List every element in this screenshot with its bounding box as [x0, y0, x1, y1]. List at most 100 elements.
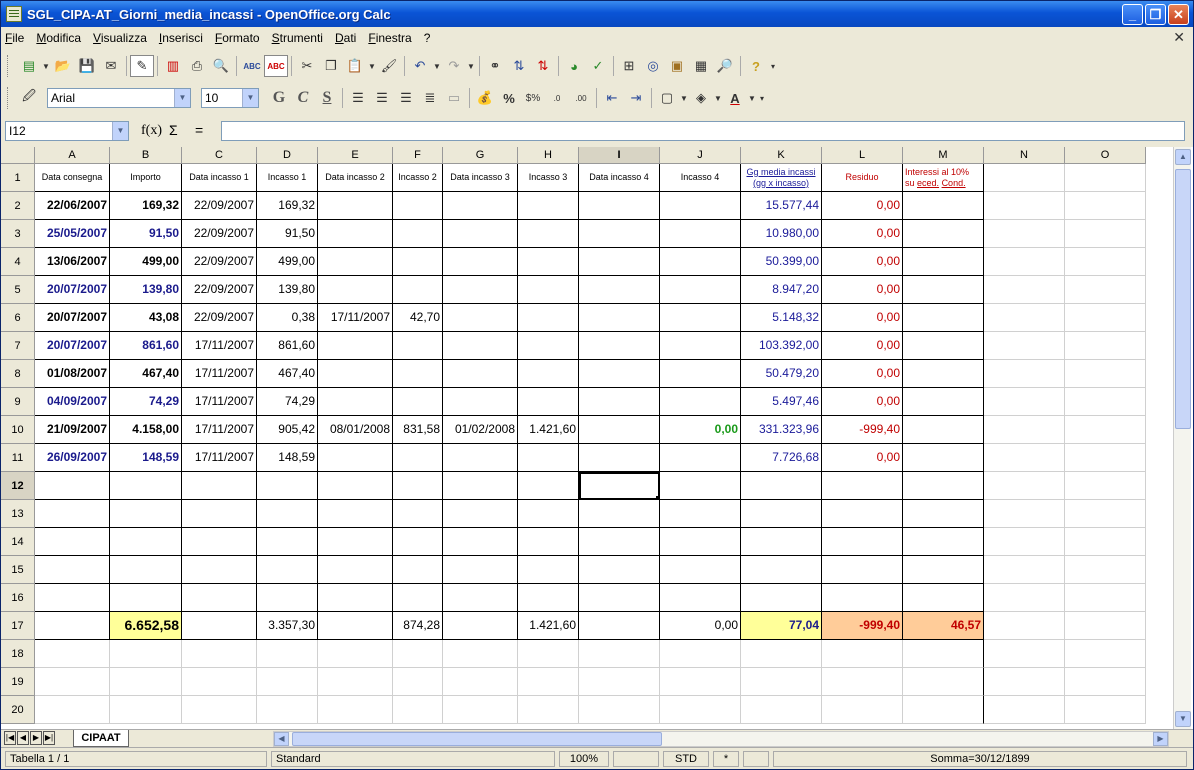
add-decimal-icon[interactable]: .0	[545, 87, 569, 109]
toolbar-overflow-icon[interactable]: ▾	[757, 94, 767, 103]
cell-residuo[interactable]: 0,00	[822, 332, 903, 360]
cell-data-incasso-4[interactable]	[579, 528, 660, 556]
cell-gg-media[interactable]: 331.323,96	[741, 416, 822, 444]
row-header[interactable]: 2	[1, 192, 35, 220]
cell-gg-media[interactable]: 10.980,00	[741, 220, 822, 248]
cell-data-incasso-1[interactable]: 17/11/2007	[182, 444, 257, 472]
open-folder-icon[interactable]: 📂	[51, 55, 75, 77]
cell-col-n[interactable]	[984, 276, 1065, 304]
sort-descending-icon[interactable]: ⇅	[531, 55, 555, 77]
cell-data-incasso-3[interactable]	[443, 248, 518, 276]
cell-incasso-1[interactable]: 91,50	[257, 220, 318, 248]
cell-incasso-3[interactable]	[518, 332, 579, 360]
cell-incasso-2[interactable]	[393, 584, 443, 612]
vertical-scroll-thumb[interactable]	[1175, 169, 1191, 429]
cell-incasso-4[interactable]	[660, 556, 741, 584]
cell-data-consegna[interactable]: 13/06/2007	[35, 248, 110, 276]
cell-residuo[interactable]: 0,00	[822, 444, 903, 472]
menu-inserisci[interactable]: Inserisci	[159, 31, 203, 45]
cell-data-incasso-2[interactable]	[318, 696, 393, 724]
cell-data-incasso-4[interactable]	[579, 556, 660, 584]
cell-data-incasso-1[interactable]: 22/09/2007	[182, 192, 257, 220]
cell-col-n[interactable]	[984, 444, 1065, 472]
cell-gg-media[interactable]: 50.399,00	[741, 248, 822, 276]
cell-residuo[interactable]: -999,40	[822, 416, 903, 444]
cell-col-n[interactable]	[984, 304, 1065, 332]
column-header-c[interactable]: C	[182, 147, 257, 164]
cell-col-o[interactable]	[1065, 276, 1146, 304]
show-draw-functions-icon[interactable]: ✓	[586, 55, 610, 77]
row-header[interactable]: 3	[1, 220, 35, 248]
cell-gg-media[interactable]	[741, 556, 822, 584]
cell-data-incasso-1[interactable]: 22/09/2007	[182, 220, 257, 248]
background-dropdown-icon[interactable]: ▼	[713, 94, 723, 103]
cell-col-n[interactable]	[984, 556, 1065, 584]
next-sheet-icon[interactable]: ▶	[30, 731, 42, 745]
cell-incasso-4[interactable]: 0,00	[660, 612, 741, 640]
column-header-f[interactable]: F	[393, 147, 443, 164]
close-button[interactable]: ✕	[1168, 4, 1189, 25]
cell-incasso-1[interactable]: 0,38	[257, 304, 318, 332]
cell-incasso-1[interactable]: 905,42	[257, 416, 318, 444]
cell-gg-media[interactable]	[741, 696, 822, 724]
cell-gg-media[interactable]: 50.479,20	[741, 360, 822, 388]
cell-incasso-4[interactable]	[660, 696, 741, 724]
cell-data-incasso-4[interactable]	[579, 248, 660, 276]
cell-incasso-2[interactable]	[393, 276, 443, 304]
cell-data-incasso-3[interactable]	[443, 556, 518, 584]
cell-data-incasso-2[interactable]	[318, 220, 393, 248]
cell-interessi[interactable]	[903, 276, 984, 304]
currency-format-icon[interactable]: 💰	[473, 87, 497, 109]
cell-col-n[interactable]	[984, 472, 1065, 500]
scroll-down-icon[interactable]: ▼	[1175, 711, 1191, 727]
cell-data-consegna[interactable]: 04/09/2007	[35, 388, 110, 416]
background-color-icon[interactable]: ◈	[689, 87, 713, 109]
cell-data-consegna[interactable]: 20/07/2007	[35, 332, 110, 360]
header-gg-media-incassi[interactable]: Gg media incassi (gg x incasso)	[741, 164, 822, 192]
cell-residuo[interactable]: 0,00	[822, 248, 903, 276]
cell-importo[interactable]	[110, 640, 182, 668]
cell-data-incasso-1[interactable]: 17/11/2007	[182, 416, 257, 444]
cell-data-incasso-4[interactable]	[579, 444, 660, 472]
cell-col-n[interactable]	[984, 220, 1065, 248]
cell-interessi[interactable]	[903, 192, 984, 220]
borders-dropdown-icon[interactable]: ▼	[679, 94, 689, 103]
cell-interessi[interactable]	[903, 416, 984, 444]
cell-incasso-1[interactable]: 467,40	[257, 360, 318, 388]
status-page-style[interactable]: Standard	[271, 751, 555, 767]
justify-icon[interactable]: ≣	[418, 87, 442, 109]
cell-data-incasso-3[interactable]	[443, 192, 518, 220]
cell-residuo[interactable]	[822, 472, 903, 500]
cell-incasso-4[interactable]	[660, 472, 741, 500]
cell-col-o[interactable]	[1065, 416, 1146, 444]
cell-data-incasso-1[interactable]	[182, 640, 257, 668]
row-header[interactable]: 14	[1, 528, 35, 556]
gallery-icon[interactable]: ▣	[665, 55, 689, 77]
menu-modifica[interactable]: Modifica	[36, 31, 81, 45]
cell-incasso-3[interactable]	[518, 584, 579, 612]
header-incasso-1[interactable]: Incasso 1	[257, 164, 318, 192]
percent-format-icon[interactable]: %	[497, 87, 521, 109]
copy-icon[interactable]: ❐	[319, 55, 343, 77]
chart-icon[interactable]: ◕	[562, 55, 586, 77]
cell-data-incasso-1[interactable]	[182, 528, 257, 556]
undo-icon[interactable]: ↶	[408, 55, 432, 77]
cell-data-incasso-3[interactable]	[443, 220, 518, 248]
increase-indent-icon[interactable]: ⇥	[624, 87, 648, 109]
cell-data-incasso-1[interactable]	[182, 612, 257, 640]
cell-importo[interactable]	[110, 528, 182, 556]
cell-data-incasso-2[interactable]: 17/11/2007	[318, 304, 393, 332]
cell-incasso-4[interactable]: 0,00	[660, 416, 741, 444]
merge-cells-icon[interactable]: ▭	[442, 87, 466, 109]
cell-col-n[interactable]	[984, 612, 1065, 640]
chevron-down-icon[interactable]: ▼	[174, 89, 190, 107]
row-header[interactable]: 18	[1, 640, 35, 668]
cell-importo[interactable]	[110, 584, 182, 612]
cell-importo[interactable]: 43,08	[110, 304, 182, 332]
redo-icon[interactable]: ↷	[442, 55, 466, 77]
cell-data-incasso-3[interactable]	[443, 500, 518, 528]
first-sheet-icon[interactable]: |◀	[4, 731, 16, 745]
menu-strumenti[interactable]: Strumenti	[272, 31, 323, 45]
row-header[interactable]: 17	[1, 612, 35, 640]
cell-data-consegna[interactable]: 20/07/2007	[35, 304, 110, 332]
